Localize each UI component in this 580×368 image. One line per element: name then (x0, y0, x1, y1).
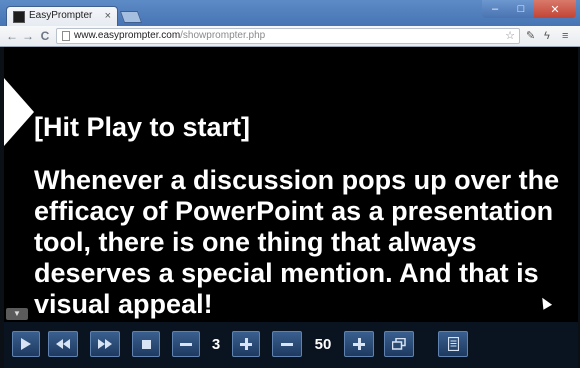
minimize-button[interactable]: – (482, 0, 508, 18)
close-window-button[interactable]: ✕ (534, 0, 576, 18)
window-controls: – □ ✕ (482, 0, 576, 18)
script-line: Whenever a discussion pops up over the e… (34, 165, 560, 319)
fast-forward-icon (98, 339, 112, 349)
minus-icon (281, 342, 293, 346)
plus-icon (240, 338, 252, 350)
extension-icon[interactable]: ϟ (544, 29, 550, 43)
rewind-icon (56, 339, 70, 349)
script-line: [Hit Play to start] (34, 112, 251, 142)
stop-button[interactable] (132, 331, 160, 357)
page-icon (62, 31, 70, 41)
fast-forward-button[interactable] (90, 331, 120, 357)
tab-title: EasyPrompter (29, 10, 93, 21)
font-size-decrease-button[interactable] (172, 331, 200, 357)
window-mode-button[interactable] (384, 331, 414, 357)
stop-icon (141, 339, 151, 349)
reload-button[interactable]: C (37, 28, 53, 44)
speed-increase-button[interactable] (344, 331, 374, 357)
prompter-script: [Hit Play to start] Whenever a discussio… (34, 112, 574, 322)
rewind-button[interactable] (48, 331, 78, 357)
speed-decrease-button[interactable] (272, 331, 302, 357)
play-button[interactable] (12, 331, 40, 357)
plus-icon (353, 338, 365, 350)
play-icon (21, 338, 31, 350)
favicon-icon (13, 11, 25, 23)
speed-value: 50 (314, 335, 332, 353)
forward-button[interactable]: → (20, 28, 36, 44)
address-bar[interactable]: www.easyprompter.com/showprompter.php ☆ (56, 28, 520, 44)
prompter-viewport: [Hit Play to start] Whenever a discussio… (4, 47, 578, 322)
window-titlebar: EasyPrompter × – □ ✕ (0, 0, 580, 26)
font-size-value: 3 (211, 335, 221, 353)
minus-icon (180, 342, 192, 346)
tab-close-icon[interactable]: × (105, 9, 111, 23)
browser-toolbar: ← → C www.easyprompter.com/showprompter.… (0, 26, 580, 47)
url-text: www.easyprompter.com/showprompter.php (74, 30, 266, 41)
window-icon (392, 338, 406, 350)
edit-script-button[interactable] (438, 331, 468, 357)
new-tab-button[interactable] (119, 11, 143, 23)
tools-icon[interactable]: ✎ (526, 29, 535, 43)
maximize-button[interactable]: □ (508, 0, 534, 18)
font-size-increase-button[interactable] (232, 331, 260, 357)
reading-pointer-icon (4, 78, 34, 146)
menu-icon[interactable]: ≡ (562, 29, 568, 43)
scroll-down-icon[interactable]: ▼ (6, 308, 28, 320)
back-button[interactable]: ← (4, 28, 20, 44)
prompter-controls: 3 50 (4, 322, 578, 368)
star-icon[interactable]: ☆ (505, 29, 515, 42)
browser-tab[interactable]: EasyPrompter × (6, 6, 118, 26)
document-icon (447, 337, 459, 351)
